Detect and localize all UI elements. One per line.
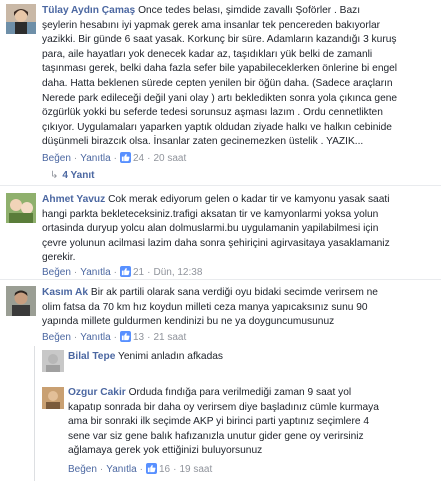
- comment-text-line: ortasinda duryup yolcu alan dolmuslarmi.…: [42, 223, 379, 235]
- reply-arrow-icon: ↳: [50, 170, 59, 181]
- like-count[interactable]: 21: [133, 267, 144, 278]
- comment-text-line: gerekir.: [42, 252, 76, 264]
- comment-body: Ahmet Yavuz Cok merak ediyorum gelen o k…: [42, 193, 437, 266]
- comment-text-line: yapında millete guldurmen kendinizi bu n…: [42, 316, 335, 328]
- like-count[interactable]: 16: [159, 464, 170, 475]
- avatar[interactable]: [42, 350, 64, 372]
- comment-text-line: düşünmeli birazcık olsa. İnsanlar zaten …: [42, 136, 364, 148]
- avatar[interactable]: [6, 193, 36, 223]
- like-count[interactable]: 13: [133, 332, 144, 343]
- reply-button[interactable]: Yanıtla: [80, 267, 110, 278]
- reply-item: Bilal Tepe Yenimi anladın afkadas: [0, 350, 441, 380]
- reply-body: Ozgur Cakir Orduda fındığa para verilmed…: [68, 386, 438, 459]
- comment-actions: Beğen · Yanıtla · 24 · 20 saat: [42, 152, 187, 164]
- like-button[interactable]: Beğen: [42, 332, 71, 343]
- comment-item: Tülay Aydın Çamaş Once tedes belası, şim…: [0, 0, 441, 181]
- reply-body: Bilal Tepe Yenimi anladın afkadas: [68, 350, 438, 365]
- reply-button[interactable]: Yanıtla: [106, 464, 136, 475]
- comment-actions: Beğen · Yanıtla · 13 · 21 saat: [42, 331, 187, 343]
- comment-actions: Beğen · Yanıtla · 21 · Dün, 12:38: [42, 266, 203, 278]
- divider: [0, 185, 441, 186]
- avatar[interactable]: [42, 387, 64, 409]
- comment-text-line: taşınması gerek, belki daha fazla sefer …: [42, 63, 398, 75]
- comment-text-line: ama bir sonraki ilk seçimde AKP yi birin…: [68, 416, 370, 428]
- comment-text-line: yazikki. Bir günde 6 saat yasak. Korkunç…: [42, 34, 397, 46]
- comment-text-line: Bir ak partili olarak sana verdiği oyu b…: [88, 287, 378, 298]
- like-button[interactable]: Beğen: [42, 153, 71, 164]
- comment-body: Tülay Aydın Çamaş Once tedes belası, şim…: [42, 4, 437, 150]
- comment-author[interactable]: Bilal Tepe: [68, 351, 115, 362]
- divider: [0, 279, 441, 280]
- comment-text-line: şeylerin hesabını iyi yapmak gerek ama i…: [42, 19, 381, 31]
- timestamp[interactable]: 20 saat: [153, 153, 186, 164]
- comment-author[interactable]: Ahmet Yavuz: [42, 194, 105, 205]
- comment-text-line: özgürlük yokki bu seferde tedesi sorunsu…: [42, 107, 383, 119]
- comment-text-line: Cok merak ediyorum gelen o kadar tir ve …: [105, 194, 390, 205]
- comment-text-line: Nerede park edileceği değil yani olay ) …: [42, 92, 398, 104]
- timestamp[interactable]: 21 saat: [153, 332, 186, 343]
- comment-text-line: Orduda fındığa para verilmediği zaman 9 …: [125, 387, 352, 398]
- comment-item: Ahmet Yavuz Cok merak ediyorum gelen o k…: [0, 190, 441, 280]
- view-replies-link[interactable]: ↳ 4 Yanıt: [50, 170, 94, 181]
- thumbs-up-icon: [120, 266, 131, 277]
- comment-text-line: çıkıyor. Uygulamaları yaparken yaptık ol…: [42, 121, 392, 133]
- comment-text-line: Yenimi anladın afkadas: [115, 351, 223, 362]
- comment-text-line: daha. Hatta beklenen sürede cepten yenil…: [42, 77, 393, 89]
- comment-text-line: ağlamaya gerek yok ettiğinizi buluyorsun…: [68, 445, 263, 457]
- comment-text-line: kapatıp sonrada bir daha oy verirsem diy…: [68, 401, 379, 413]
- like-button[interactable]: Beğen: [68, 464, 97, 475]
- thumbs-up-icon: [120, 331, 131, 342]
- comment-author[interactable]: Ozgur Cakir: [68, 387, 126, 398]
- timestamp[interactable]: 19 saat: [179, 464, 212, 475]
- reply-button[interactable]: Yanıtla: [80, 332, 110, 343]
- comment-text-line: çevre yolunun acilmasi lazim daha sonra …: [42, 237, 390, 249]
- comment-actions: Beğen · Yanıtla · 16 · 19 saat: [68, 463, 213, 475]
- comment-text-line: hangi parkta bekleteceksiniz.trafigi aks…: [42, 208, 379, 220]
- reply-item: Ozgur Cakir Orduda fındığa para verilmed…: [0, 386, 441, 481]
- avatar[interactable]: [6, 286, 36, 316]
- comment-text-line: olim fatsa da 70 km hız koydun milleti c…: [42, 301, 368, 313]
- timestamp[interactable]: Dün, 12:38: [153, 267, 202, 278]
- comment-body: Kasım Ak Bir ak partili olarak sana verd…: [42, 286, 437, 330]
- thumbs-up-icon: [120, 152, 131, 163]
- replies-count-label: 4 Yanıt: [62, 170, 95, 181]
- comment-author[interactable]: Tülay Aydın Çamaş: [42, 5, 135, 16]
- comment-text-line: Once tedes belası, şimdide zavallı Şoför…: [135, 5, 361, 16]
- like-button[interactable]: Beğen: [42, 267, 71, 278]
- avatar[interactable]: [6, 4, 36, 34]
- thumbs-up-icon: [146, 463, 157, 474]
- comment-item: Kasım Ak Bir ak partili olarak sana verd…: [0, 283, 441, 348]
- comment-text-line: para, aile hayatları yok denecek kadar a…: [42, 48, 373, 60]
- comment-author[interactable]: Kasım Ak: [42, 287, 88, 298]
- comment-text-line: sene var siz gene balık hafızanızla unut…: [68, 430, 364, 442]
- reply-button[interactable]: Yanıtla: [80, 153, 110, 164]
- like-count[interactable]: 24: [133, 153, 144, 164]
